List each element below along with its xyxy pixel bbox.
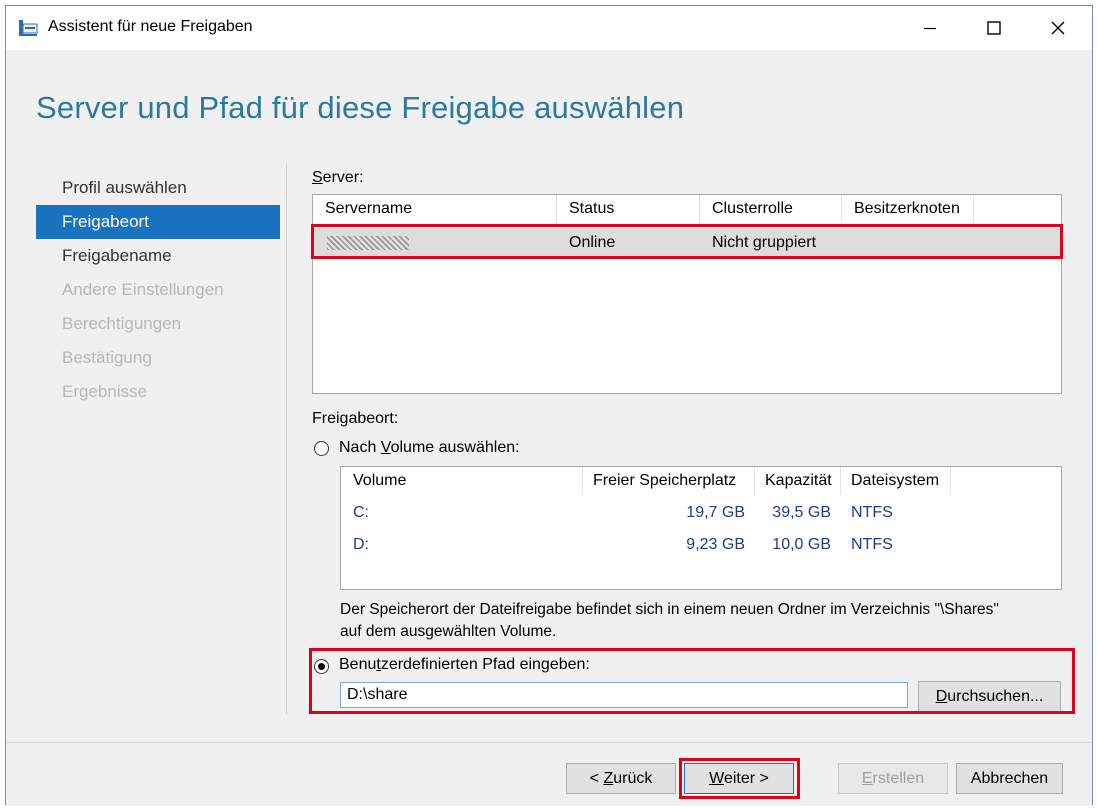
volume-fs: NTFS bbox=[851, 504, 893, 521]
minimize-icon bbox=[924, 27, 936, 30]
cancel-button[interactable]: Abbrechen bbox=[956, 763, 1063, 794]
custom-path-radio[interactable] bbox=[314, 659, 329, 674]
volume-list[interactable]: Volume Freier Speicherplatz Kapazität Da… bbox=[340, 466, 1062, 590]
custom-path-label-post: zerdefinierten Pfad eingeben: bbox=[380, 656, 590, 673]
column-clusterrolle[interactable]: Clusterrolle bbox=[700, 195, 842, 223]
nav-step-berechtigungen: Berechtigungen bbox=[62, 314, 182, 333]
servername-redacted bbox=[327, 236, 409, 250]
nav-step-andere-einstellungen: Andere Einstellungen bbox=[62, 280, 224, 299]
nav-step-freigabename[interactable]: Freigabename bbox=[36, 239, 280, 273]
server-list-header: Servername Status Clusterrolle Besitzerk… bbox=[313, 195, 1061, 223]
next-button[interactable]: Weiter > bbox=[684, 763, 794, 794]
column-servername[interactable]: Servername bbox=[313, 195, 557, 223]
volume-radio-label-accel: V bbox=[380, 439, 391, 456]
step-navigation: Profil auswählen Freigabeort Freigabenam… bbox=[36, 171, 280, 409]
wizard-header: Server und Pfad für diese Freigabe auswä… bbox=[6, 50, 1092, 146]
volume-fs: NTFS bbox=[851, 536, 893, 553]
volume-free: 19,7 GB bbox=[686, 504, 745, 521]
location-label: Freigabeort: bbox=[312, 410, 399, 427]
browse-button[interactable]: Durchsuchen... bbox=[918, 681, 1061, 712]
column-kapazitaet[interactable]: Kapazität bbox=[755, 467, 841, 495]
volume-radio-label-post: olume auswählen: bbox=[390, 439, 520, 456]
volume-radio-label-pre: Nach bbox=[339, 439, 381, 456]
back-button[interactable]: < Zurück bbox=[566, 763, 676, 794]
wizard-window: Assistent für neue Freigaben Server und … bbox=[5, 5, 1093, 806]
server-status: Online bbox=[569, 234, 616, 251]
server-label-accel: S bbox=[312, 169, 323, 186]
maximize-button[interactable] bbox=[962, 6, 1026, 50]
volume-row-c[interactable]: C: 19,7 GB 39,5 GB NTFS bbox=[341, 498, 1061, 528]
column-dateisystem[interactable]: Dateisystem bbox=[841, 467, 951, 495]
volume-description-line2: auf dem ausgewählten Volume. bbox=[340, 623, 557, 640]
server-list[interactable]: Servername Status Clusterrolle Besitzerk… bbox=[312, 194, 1062, 394]
nav-step-freigabeort[interactable]: Freigabeort bbox=[36, 205, 280, 239]
server-label: Server: bbox=[312, 169, 364, 187]
volume-row-d[interactable]: D: 9,23 GB 10,0 GB NTFS bbox=[341, 530, 1061, 560]
minimize-button[interactable] bbox=[898, 6, 962, 50]
nav-divider bbox=[286, 164, 287, 714]
shared-folder-icon bbox=[19, 20, 38, 36]
volume-list-header: Volume Freier Speicherplatz Kapazität Da… bbox=[341, 467, 1061, 495]
close-button[interactable] bbox=[1026, 6, 1090, 50]
browse-button-accel: D bbox=[935, 688, 948, 705]
back-button-pre: < bbox=[589, 770, 604, 787]
volume-name: D: bbox=[353, 536, 369, 553]
maximize-icon bbox=[987, 21, 1001, 35]
column-status[interactable]: Status bbox=[557, 195, 700, 223]
volume-free: 9,23 GB bbox=[686, 536, 745, 553]
volume-radio[interactable] bbox=[314, 441, 329, 456]
volume-description: Der Speicherort der Dateifreigabe befind… bbox=[340, 599, 1080, 643]
page-title: Server und Pfad für diese Freigabe auswä… bbox=[36, 90, 685, 125]
column-volume[interactable]: Volume bbox=[341, 467, 583, 495]
volume-radio-label[interactable]: Nach Volume auswählen: bbox=[339, 439, 520, 457]
wizard-footer: < Zurück Weiter > Erstellen Abbrechen bbox=[6, 742, 1092, 806]
column-besitzerknoten[interactable]: Besitzerknoten bbox=[842, 195, 974, 223]
window-title: Assistent für neue Freigaben bbox=[48, 18, 253, 35]
wizard-content: Profil auswählen Freigabeort Freigabenam… bbox=[6, 146, 1092, 742]
nav-step-bestaetigung: Bestätigung bbox=[62, 348, 152, 367]
custom-path-input[interactable]: D:\share bbox=[340, 682, 908, 708]
back-button-accel: Z bbox=[603, 770, 614, 787]
volume-description-line1: Der Speicherort der Dateifreigabe befind… bbox=[340, 601, 999, 618]
volume-name: C: bbox=[353, 504, 369, 521]
back-button-label: urück bbox=[613, 770, 653, 787]
next-button-accel: W bbox=[709, 770, 724, 787]
server-label-text: erver: bbox=[322, 169, 364, 186]
nav-step-ergebnisse: Ergebnisse bbox=[62, 382, 148, 401]
title-bar: Assistent für neue Freigaben bbox=[6, 6, 1092, 50]
next-button-label: eiter > bbox=[723, 770, 769, 787]
server-clusterrolle: Nicht gruppiert bbox=[712, 234, 817, 251]
create-button-accel: E bbox=[861, 770, 873, 787]
nav-step-profil[interactable]: Profil auswählen bbox=[36, 171, 280, 205]
create-button-label: rstellen bbox=[872, 770, 925, 787]
browse-button-label: urchsuchen... bbox=[947, 688, 1044, 705]
volume-capacity: 10,0 GB bbox=[772, 536, 831, 553]
volume-capacity: 39,5 GB bbox=[772, 504, 831, 521]
create-button: Erstellen bbox=[838, 763, 948, 794]
custom-path-label-pre: Benu bbox=[339, 656, 377, 673]
server-row[interactable]: Online Nicht gruppiert bbox=[313, 228, 1061, 258]
column-freier-speicherplatz[interactable]: Freier Speicherplatz bbox=[583, 467, 755, 495]
custom-path-radio-label[interactable]: Benutzerdefinierten Pfad eingeben: bbox=[339, 656, 590, 674]
close-icon bbox=[1051, 21, 1065, 35]
